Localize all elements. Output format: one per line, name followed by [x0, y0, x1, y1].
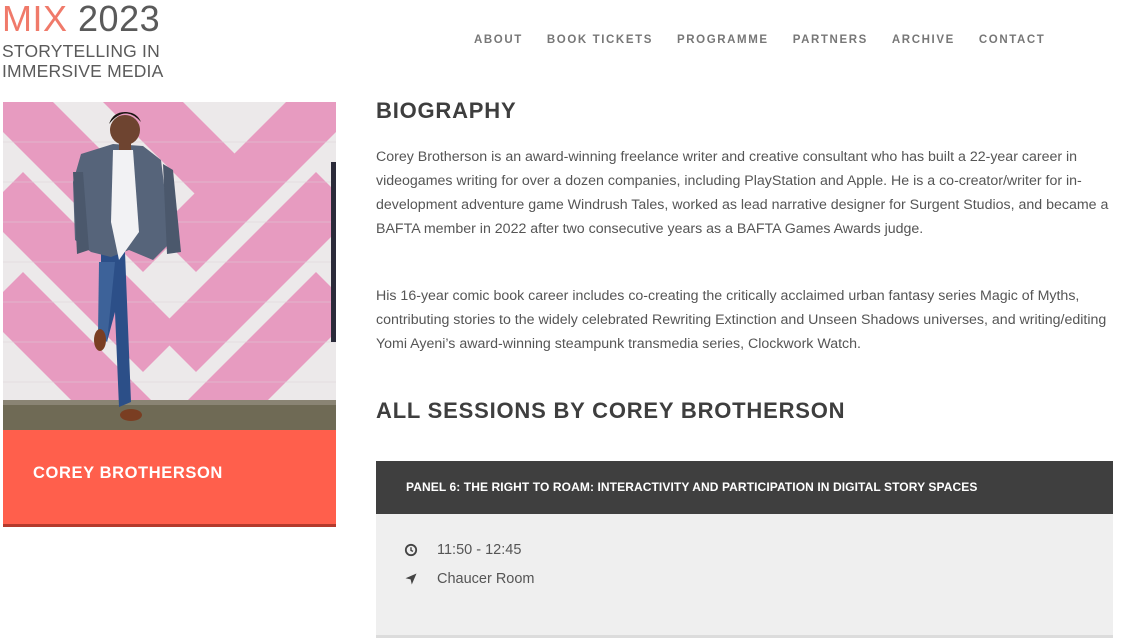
speaker-name-card: COREY BROTHERSON	[3, 430, 336, 527]
main-nav: ABOUT BOOK TICKETS PROGRAMME PARTNERS AR…	[474, 34, 1069, 46]
session-header[interactable]: PANEL 6: THE RIGHT TO ROAM: INTERACTIVIT…	[376, 461, 1113, 514]
nav-partners[interactable]: PARTNERS	[793, 34, 868, 46]
session-details: 11:50 - 12:45 Chaucer Room	[376, 514, 1113, 638]
nav-book-tickets[interactable]: BOOK TICKETS	[547, 34, 653, 46]
session-time-text: 11:50 - 12:45	[437, 542, 522, 558]
biography-paragraph-2: His 16-year comic book career includes c…	[376, 288, 1107, 352]
speaker-photo	[3, 102, 336, 430]
session-time: 11:50 - 12:45	[404, 542, 521, 558]
nav-contact[interactable]: CONTACT	[979, 34, 1046, 46]
logo-tagline-1: STORYTELLING IN	[2, 41, 160, 61]
session-title[interactable]: PANEL 6: THE RIGHT TO ROAM: INTERACTIVIT…	[406, 480, 977, 494]
site-logo[interactable]: MIX 2023 STORYTELLING IN IMMERSIVE MEDIA	[2, 0, 172, 82]
session-location-text: Chaucer Room	[437, 571, 535, 587]
logo-mix: MIX	[2, 0, 68, 39]
nav-about[interactable]: ABOUT	[474, 34, 523, 46]
speaker-name: COREY BROTHERSON	[33, 464, 223, 482]
logo-year: 2023	[78, 0, 161, 39]
location-arrow-icon	[404, 572, 418, 586]
biography-heading: BIOGRAPHY	[376, 98, 517, 123]
clock-icon	[404, 543, 418, 557]
sessions-heading: ALL SESSIONS BY COREY BROTHERSON	[376, 398, 846, 423]
nav-archive[interactable]: ARCHIVE	[892, 34, 955, 46]
logo-title: MIX 2023	[2, 0, 172, 39]
session-location: Chaucer Room	[404, 571, 535, 587]
biography-paragraph-1: Corey Brotherson is an award-winning fre…	[376, 149, 1109, 237]
logo-tagline-2: IMMERSIVE MEDIA	[2, 61, 164, 81]
nav-programme[interactable]: PROGRAMME	[677, 34, 769, 46]
